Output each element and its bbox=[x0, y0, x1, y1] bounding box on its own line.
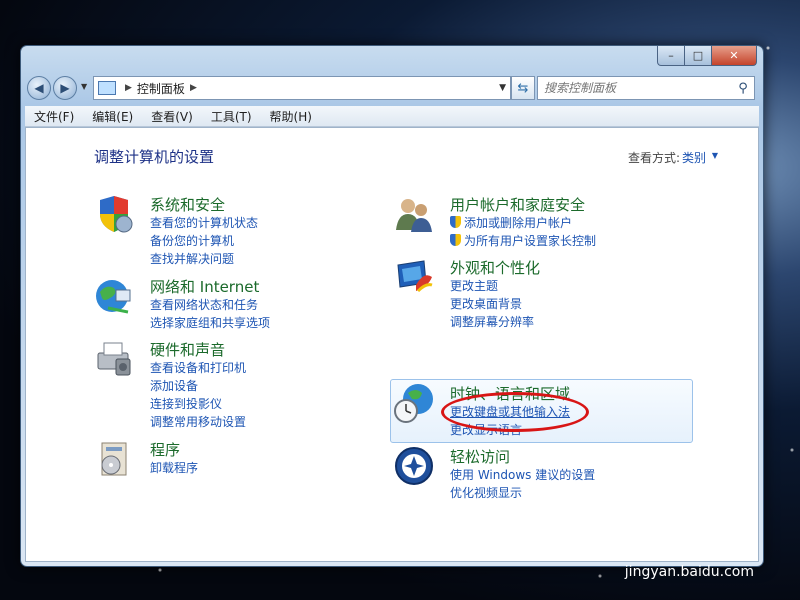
forward-button[interactable]: ▶ bbox=[53, 76, 77, 100]
programs-icon bbox=[101, 442, 127, 476]
link-desktop-background[interactable]: 更改桌面背景 bbox=[450, 295, 534, 313]
baidu-jingyan-watermark: Bai du 经验 bbox=[593, 529, 756, 559]
address-bar[interactable]: ▶ 控制面板 ▶ ▼ bbox=[93, 76, 511, 100]
view-by-dropdown[interactable]: 类别 bbox=[682, 149, 706, 166]
link-mobility-settings[interactable]: 调整常用移动设置 bbox=[150, 413, 246, 431]
menu-file[interactable]: 文件(F) bbox=[25, 108, 83, 125]
link-check-status[interactable]: 查看您的计算机状态 bbox=[150, 214, 258, 232]
link-homegroup[interactable]: 选择家庭组和共享选项 bbox=[150, 314, 270, 332]
link-projector[interactable]: 连接到投影仪 bbox=[150, 395, 246, 413]
menu-tools[interactable]: 工具(T) bbox=[202, 108, 261, 125]
view-by-label: 查看方式: bbox=[627, 151, 680, 165]
category-title[interactable]: 用户帐户和家庭安全 bbox=[450, 194, 585, 215]
refresh-button[interactable]: ⇆ bbox=[511, 76, 535, 100]
search-icon[interactable]: ⚲ bbox=[732, 81, 754, 96]
accessibility-icon bbox=[395, 447, 433, 485]
display-icon bbox=[397, 260, 433, 293]
red-annotation-circle bbox=[441, 392, 589, 432]
recent-pages-dropdown[interactable]: ▼ bbox=[81, 82, 87, 91]
printer-icon bbox=[97, 342, 131, 376]
link-troubleshoot[interactable]: 查找并解决问题 bbox=[150, 250, 258, 268]
link-add-device[interactable]: 添加设备 bbox=[150, 377, 246, 395]
clock-globe-icon bbox=[394, 384, 433, 423]
breadcrumb-separator-icon[interactable]: ▶ bbox=[190, 83, 197, 93]
link-optimize-display[interactable]: 优化视频显示 bbox=[450, 484, 595, 502]
link-label: 添加或删除用户帐户 bbox=[464, 216, 573, 230]
category-title[interactable]: 轻松访问 bbox=[450, 446, 510, 467]
link-label: 为所有用户设置家长控制 bbox=[464, 234, 597, 248]
link-add-remove-accounts[interactable]: 添加或删除用户帐户 bbox=[450, 214, 596, 232]
link-change-theme[interactable]: 更改主题 bbox=[450, 277, 534, 295]
arrow-left-icon: ◀ bbox=[34, 81, 44, 95]
uac-shield-icon bbox=[450, 216, 461, 228]
content-area: 调整计算机的设置 查看方式: 类别 ▼ 系统和安全 查看您的计算机状态 备份您的… bbox=[25, 127, 759, 562]
address-dropdown-icon[interactable]: ▼ bbox=[499, 83, 506, 93]
uac-shield-icon bbox=[450, 234, 461, 246]
shield-icon bbox=[100, 196, 133, 233]
search-box: ⚲ bbox=[537, 76, 755, 100]
link-uninstall[interactable]: 卸载程序 bbox=[150, 459, 198, 477]
search-input[interactable] bbox=[538, 80, 732, 96]
menu-bar: 文件(F) 编辑(E) 查看(V) 工具(T) 帮助(H) bbox=[25, 106, 759, 127]
close-button[interactable]: ✕ bbox=[712, 46, 757, 66]
maximize-button[interactable]: □ bbox=[685, 46, 712, 66]
watermark-url: jingyan.baidu.com bbox=[624, 564, 754, 580]
category-title[interactable]: 系统和安全 bbox=[150, 194, 225, 215]
back-button[interactable]: ◀ bbox=[27, 76, 51, 100]
category-title[interactable]: 硬件和声音 bbox=[150, 339, 225, 360]
navigation-bar: ◀ ▶ ▼ ▶ 控制面板 ▶ ▼ ⇆ ⚲ bbox=[27, 74, 755, 100]
link-parental-controls[interactable]: 为所有用户设置家长控制 bbox=[450, 232, 596, 250]
category-title[interactable]: 网络和 Internet bbox=[150, 276, 259, 297]
link-devices-printers[interactable]: 查看设备和打印机 bbox=[150, 359, 246, 377]
link-backup[interactable]: 备份您的计算机 bbox=[150, 232, 258, 250]
users-icon bbox=[396, 199, 432, 232]
page-title: 调整计算机的设置 bbox=[94, 148, 215, 166]
menu-help[interactable]: 帮助(H) bbox=[261, 108, 321, 125]
arrow-right-icon: ▶ bbox=[60, 81, 70, 95]
refresh-icon: ⇆ bbox=[517, 80, 529, 96]
link-network-status[interactable]: 查看网络状态和任务 bbox=[150, 296, 270, 314]
category-title[interactable]: 外观和个性化 bbox=[450, 257, 540, 278]
network-globe-icon bbox=[96, 280, 131, 314]
breadcrumb-separator-icon[interactable]: ▶ bbox=[125, 83, 132, 93]
control-panel-icon bbox=[98, 81, 116, 95]
menu-view[interactable]: 查看(V) bbox=[142, 108, 202, 125]
menu-edit[interactable]: 编辑(E) bbox=[83, 108, 142, 125]
minimize-button[interactable]: – bbox=[657, 46, 685, 66]
category-title[interactable]: 程序 bbox=[150, 439, 180, 460]
breadcrumb-control-panel[interactable]: 控制面板 bbox=[137, 80, 185, 97]
control-panel-window: – □ ✕ ◀ ▶ ▼ ▶ 控制面板 ▶ ▼ ⇆ ⚲ 文件(F) 编辑(E) 查… bbox=[20, 45, 764, 567]
chevron-down-icon[interactable]: ▼ bbox=[712, 151, 718, 160]
link-recommended-settings[interactable]: 使用 Windows 建议的设置 bbox=[450, 466, 595, 484]
caption-buttons: – □ ✕ bbox=[657, 46, 757, 66]
link-screen-resolution[interactable]: 调整屏幕分辨率 bbox=[450, 313, 534, 331]
